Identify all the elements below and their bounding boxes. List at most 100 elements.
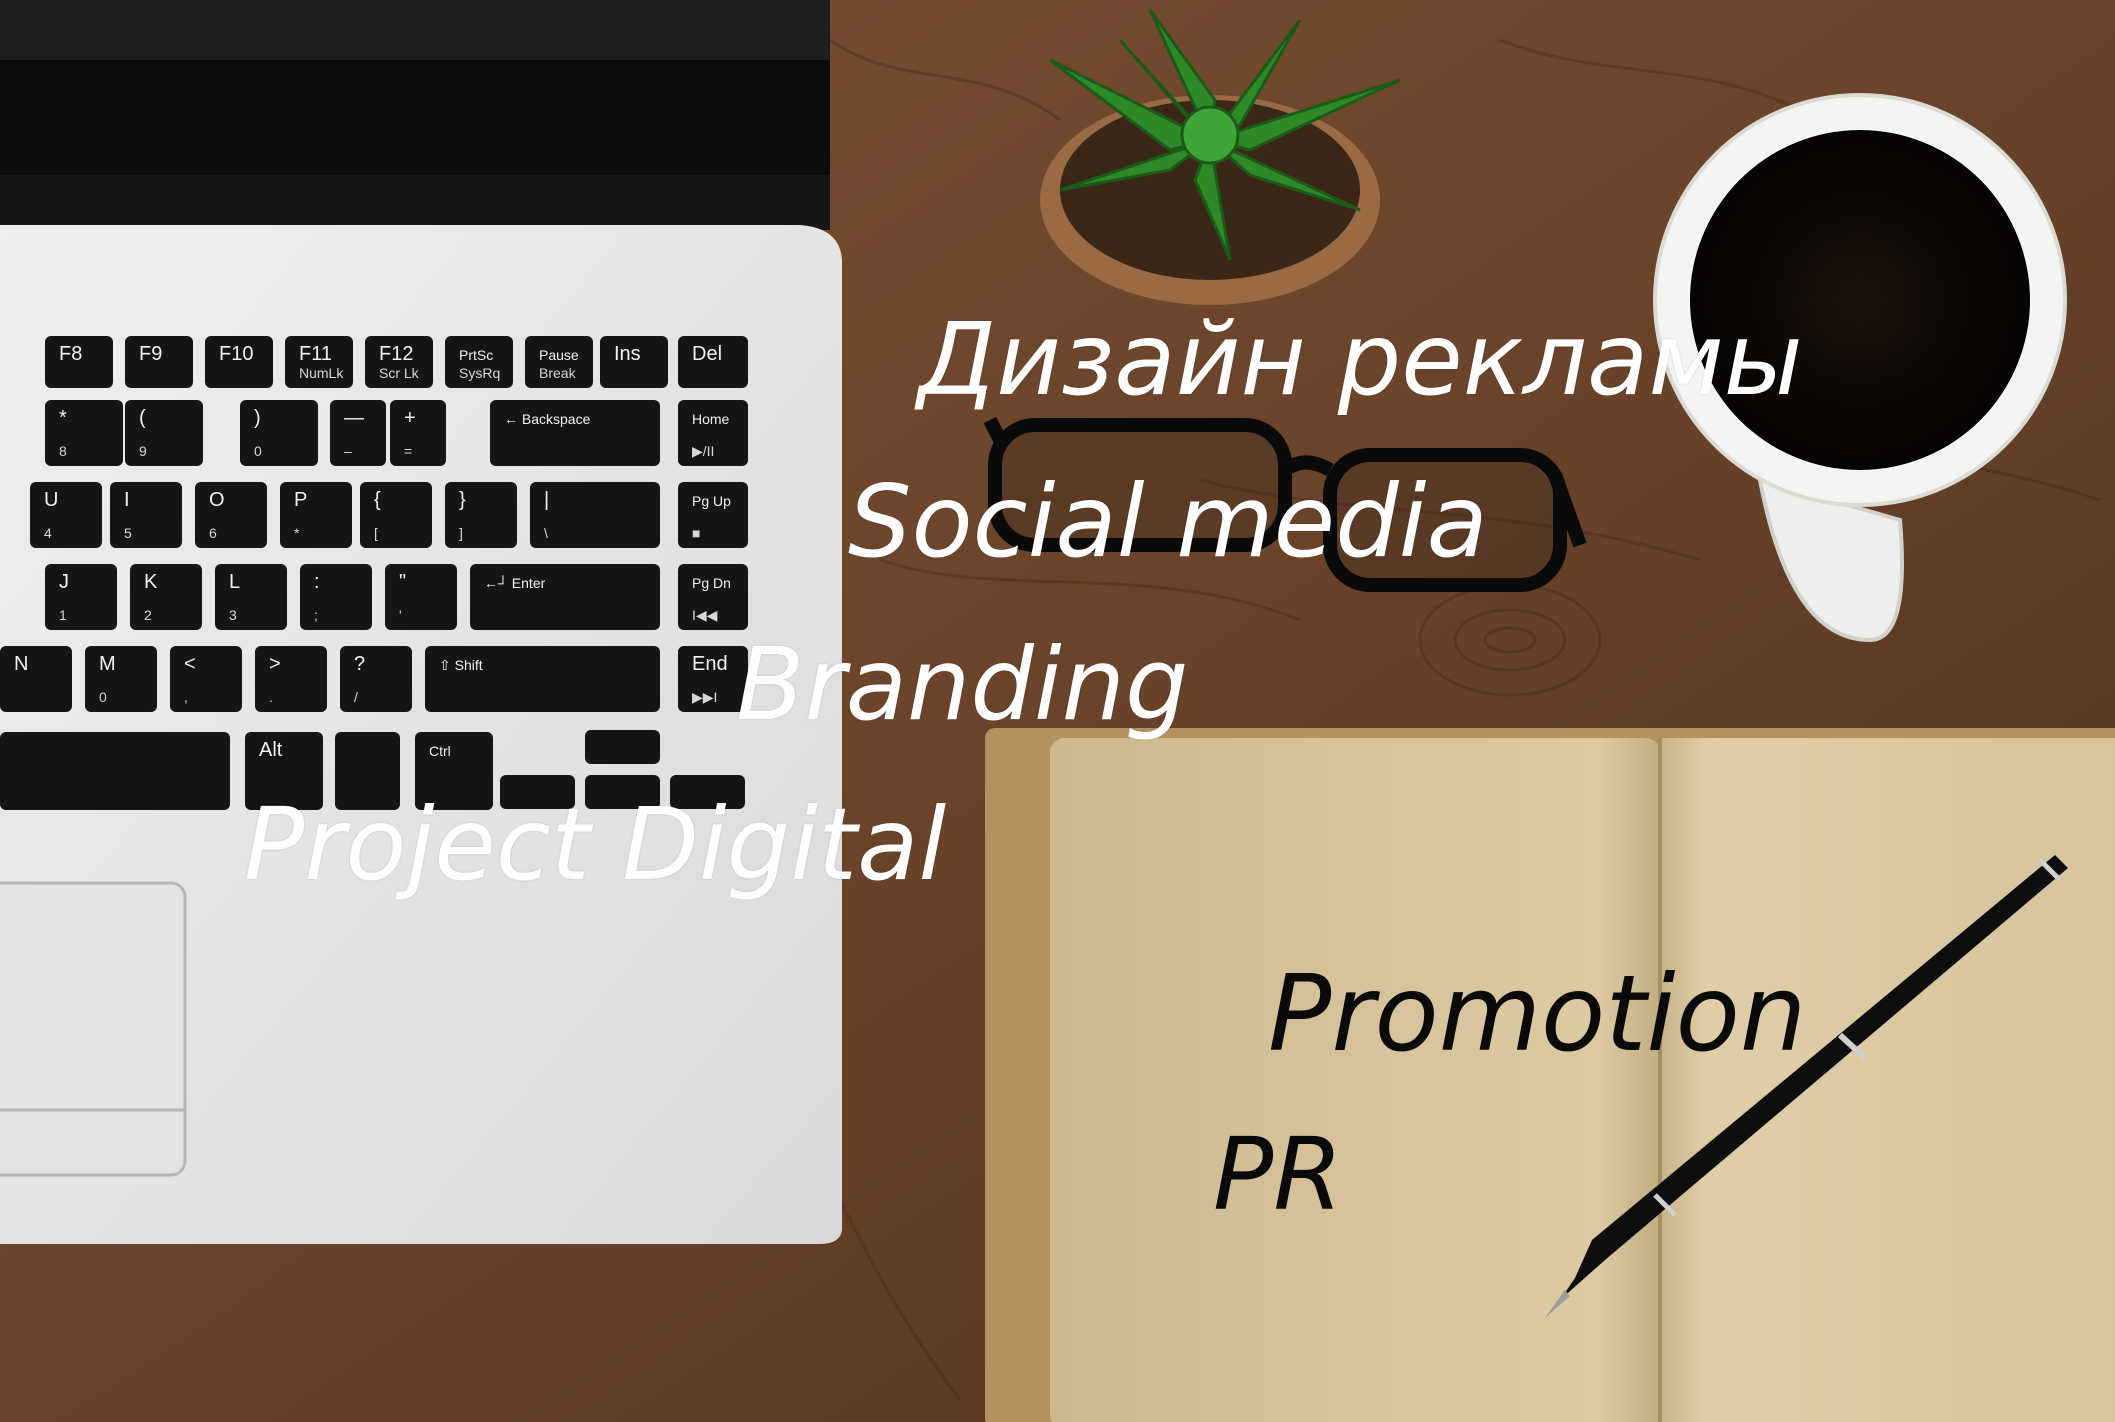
keyboard-key-label: I: [124, 489, 130, 511]
keyboard-key-sublabel: SysRq: [459, 365, 500, 381]
keyboard-key-sublabel: [: [374, 525, 378, 541]
keyboard-key: [170, 646, 242, 712]
keyboard-key-sublabel: .: [269, 689, 273, 705]
keyboard-key: [85, 646, 157, 712]
keyboard-key: [130, 564, 202, 630]
keyboard-key-sublabel: 6: [209, 525, 217, 541]
trackpad: [0, 881, 187, 1177]
desk-scene: F8 F9 F10 F11 NumLk F12 Scr Lk PrtSc SysRq Pause B…: [0, 0, 2115, 1422]
keyboard-key: [300, 564, 372, 630]
keyboard-key-sublabel: ]: [459, 525, 463, 541]
keyboard-key-label: Pg Up: [692, 493, 731, 509]
keyboard-key-label: F8: [59, 343, 82, 365]
keyboard-key-label: ←┘ Enter: [484, 575, 546, 591]
keyboard-key: [530, 482, 660, 548]
keyboard-key: [490, 400, 660, 466]
keyboard-key: [470, 564, 660, 630]
keyboard-key-label: J: [59, 571, 69, 593]
keyboard-key-label: ): [254, 407, 261, 429]
keyboard-key-sublabel: 5: [124, 525, 132, 541]
keyboard-key: [215, 564, 287, 630]
keyboard-key-label: Ctrl: [429, 743, 451, 759]
keyboard-key: [240, 400, 318, 466]
keyboard-key-label: *: [59, 407, 67, 429]
keyboard-key-sublabel: NumLk: [299, 365, 344, 381]
keyboard-key: [445, 482, 517, 548]
keyboard-key-sublabel: Scr Lk: [379, 365, 420, 381]
keyboard-key-label: Del: [692, 343, 722, 365]
keyboard-key-sublabel: 2: [144, 607, 152, 623]
keyboard-key-label: F9: [139, 343, 162, 365]
keyboard-key: [110, 482, 182, 548]
keyboard-key-label: Pg Dn: [692, 575, 731, 591]
overlay-word-2: Social media: [848, 463, 1488, 580]
keyboard-key-sublabel: /: [354, 689, 358, 705]
keyboard-key-label: (: [139, 407, 146, 429]
keyboard-key-sublabel: 4: [44, 525, 52, 541]
keyboard-key-label: Alt: [259, 739, 283, 761]
overlay-word-4: Project Digital: [244, 786, 947, 903]
keyboard-key: [678, 482, 748, 548]
keyboard-key-sublabel: ■: [692, 525, 700, 541]
keyboard-key: [45, 400, 123, 466]
overlay-word-6: PR: [1213, 1116, 1343, 1233]
keyboard-key-sublabel: 1: [59, 607, 67, 623]
keyboard-key-label: F11: [299, 343, 332, 365]
keyboard-key-label: }: [459, 489, 466, 511]
keyboard-key-sublabel: ': [399, 607, 402, 623]
keyboard-key-sublabel: ,: [184, 689, 188, 705]
keyboard-key-sublabel: =: [404, 443, 412, 459]
keyboard-key-label: F10: [219, 343, 253, 365]
keyboard-key-sublabel: \: [544, 525, 548, 541]
keyboard-key-label: >: [269, 653, 281, 675]
keyboard-key-label: M: [99, 653, 116, 675]
keyboard-key-label: Pause: [539, 347, 579, 363]
keyboard-key-label: L: [229, 571, 240, 593]
keyboard-key-label: <: [184, 653, 196, 675]
keyboard-key-sublabel: ▶/II: [692, 443, 714, 459]
keyboard-key: [340, 646, 412, 712]
keyboard-key-label: +: [404, 407, 416, 429]
keyboard-key: [0, 732, 230, 810]
keyboard-key-label: Home: [692, 411, 730, 427]
keyboard-key-label: :: [314, 571, 320, 593]
keyboard-key-label: ← Backspace: [504, 411, 591, 427]
keyboard-key-label: P: [294, 489, 307, 511]
keyboard-key: [360, 482, 432, 548]
keyboard-key-label: —: [344, 407, 364, 429]
keyboard-key-sublabel: 3: [229, 607, 237, 623]
keyboard-key-sublabel: 9: [139, 443, 147, 459]
keyboard-key-label: End: [692, 653, 728, 675]
keyboard-key-label: ?: [354, 653, 365, 675]
keyboard-key-label: |: [544, 489, 549, 511]
keyboard-key-sublabel: 8: [59, 443, 67, 459]
keyboard-key: [280, 482, 352, 548]
keyboard-key: [390, 400, 446, 466]
keyboard-key: [125, 400, 203, 466]
keyboard-key-sublabel: Break: [539, 365, 577, 381]
keyboard-key: [585, 730, 660, 764]
keyboard-key: [45, 564, 117, 630]
notebook: [985, 728, 2115, 1422]
keyboard-key-label: Ins: [614, 343, 641, 365]
overlay-word-3: Branding: [736, 626, 1189, 743]
keyboard-key-label: N: [14, 653, 28, 675]
keyboard-key: [425, 646, 660, 712]
keyboard-key: [385, 564, 457, 630]
keyboard-key: [30, 482, 102, 548]
keyboard-key-label: ⇧ Shift: [439, 657, 483, 673]
keyboard-key-label: K: [144, 571, 158, 593]
keyboard-key-label: PrtSc: [459, 347, 493, 363]
keyboard-key: [0, 646, 72, 712]
overlay-word-5: Promotion: [1268, 953, 1807, 1075]
keyboard-key-label: O: [209, 489, 225, 511]
keyboard-key-sublabel: 0: [254, 443, 262, 459]
keyboard-key-sublabel: I◀◀: [692, 607, 718, 623]
keyboard-key-sublabel: ;: [314, 607, 318, 623]
overlay-word-1: Дизайн рекламы: [918, 301, 1803, 418]
keyboard-key-sublabel: ▶▶I: [692, 689, 717, 705]
keyboard-key-sublabel: *: [294, 525, 300, 541]
keyboard-key-label: F12: [379, 343, 413, 365]
keyboard-key: [255, 646, 327, 712]
keyboard-key-label: U: [44, 489, 58, 511]
